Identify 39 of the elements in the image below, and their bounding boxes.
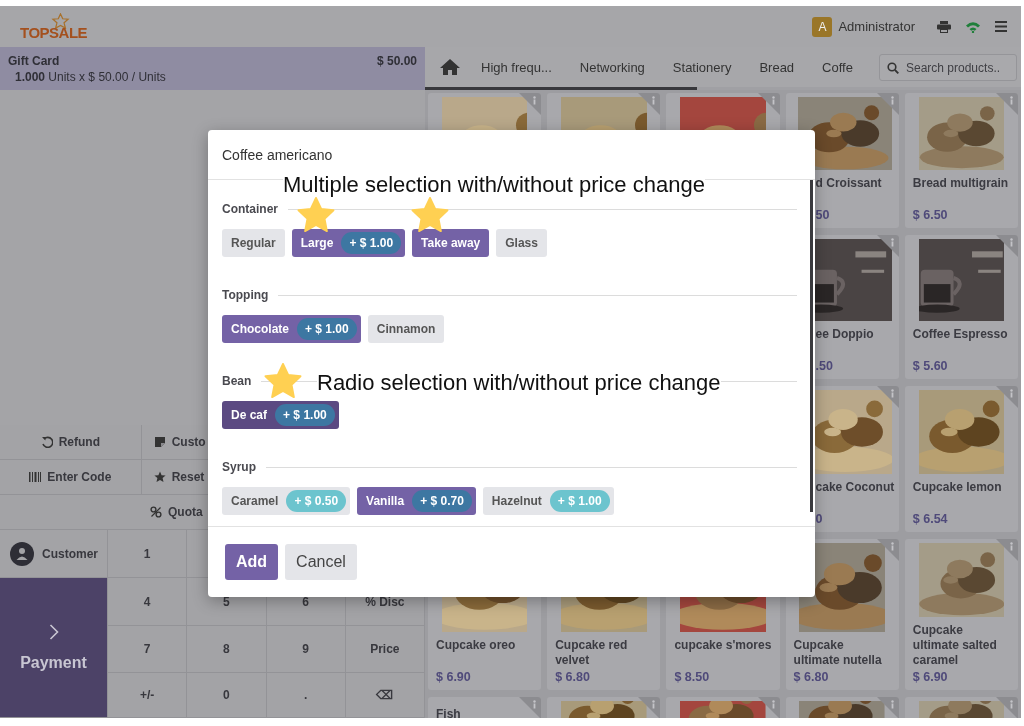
logo-text: TOPSALE	[20, 23, 88, 41]
section-label: Bean	[222, 374, 252, 388]
price-badge: + $ 1.00	[549, 490, 610, 512]
product-name: Bread multigrain	[912, 176, 1010, 192]
product-name: Cupcake oreo	[436, 638, 517, 654]
section-label: Syrup	[222, 460, 256, 474]
product-name: Fish	[436, 707, 462, 718]
section-label: Topping	[222, 288, 269, 302]
price-badge: + $ 1.00	[275, 404, 335, 426]
product-name: Coffee Espresso	[912, 327, 1009, 343]
price-badge: + $ 0.50	[286, 490, 347, 512]
product-price: $ 5.60	[912, 359, 949, 373]
user-avatar: A	[812, 16, 833, 37]
product-price: $ 6.90	[912, 670, 949, 684]
product-price: $ 8.50	[674, 670, 711, 684]
product-price: $ 6.80	[793, 670, 830, 684]
price-badge: + $ 0.70	[412, 490, 472, 512]
product-name: Cupcake ultimate salted caramel	[912, 623, 998, 668]
product-price: 0	[814, 512, 824, 526]
line-price: $ 50.00	[376, 54, 417, 68]
product-name: cupcake s'mores	[674, 638, 772, 654]
product-price: $ 6.54	[912, 512, 949, 526]
product-name: cake Coconut	[814, 480, 896, 496]
product-price: $ 6.90	[436, 670, 472, 684]
product-name: d Croissant	[814, 176, 883, 192]
product-price: $ 6.50	[912, 208, 949, 222]
product-name: Cupcake ultimate nutella	[793, 638, 883, 668]
section-label: Container	[222, 202, 278, 216]
product-price: 50	[814, 208, 831, 222]
user-name: Administrator	[838, 19, 915, 34]
price-badge: + $ 1.00	[341, 232, 402, 254]
line-detail: 1.000 Units x $ 50.00 / Units	[14, 70, 167, 84]
product-name: Gift Card	[8, 54, 60, 68]
product-name: ee Doppio	[814, 327, 875, 343]
product-name: Cupcake lemon	[912, 480, 1003, 496]
product-name: Cupcake red velvet	[555, 638, 629, 668]
price-badge: + $ 1.00	[297, 318, 357, 340]
product-price: .50	[814, 359, 834, 373]
product-price: $ 6.80	[555, 670, 591, 684]
